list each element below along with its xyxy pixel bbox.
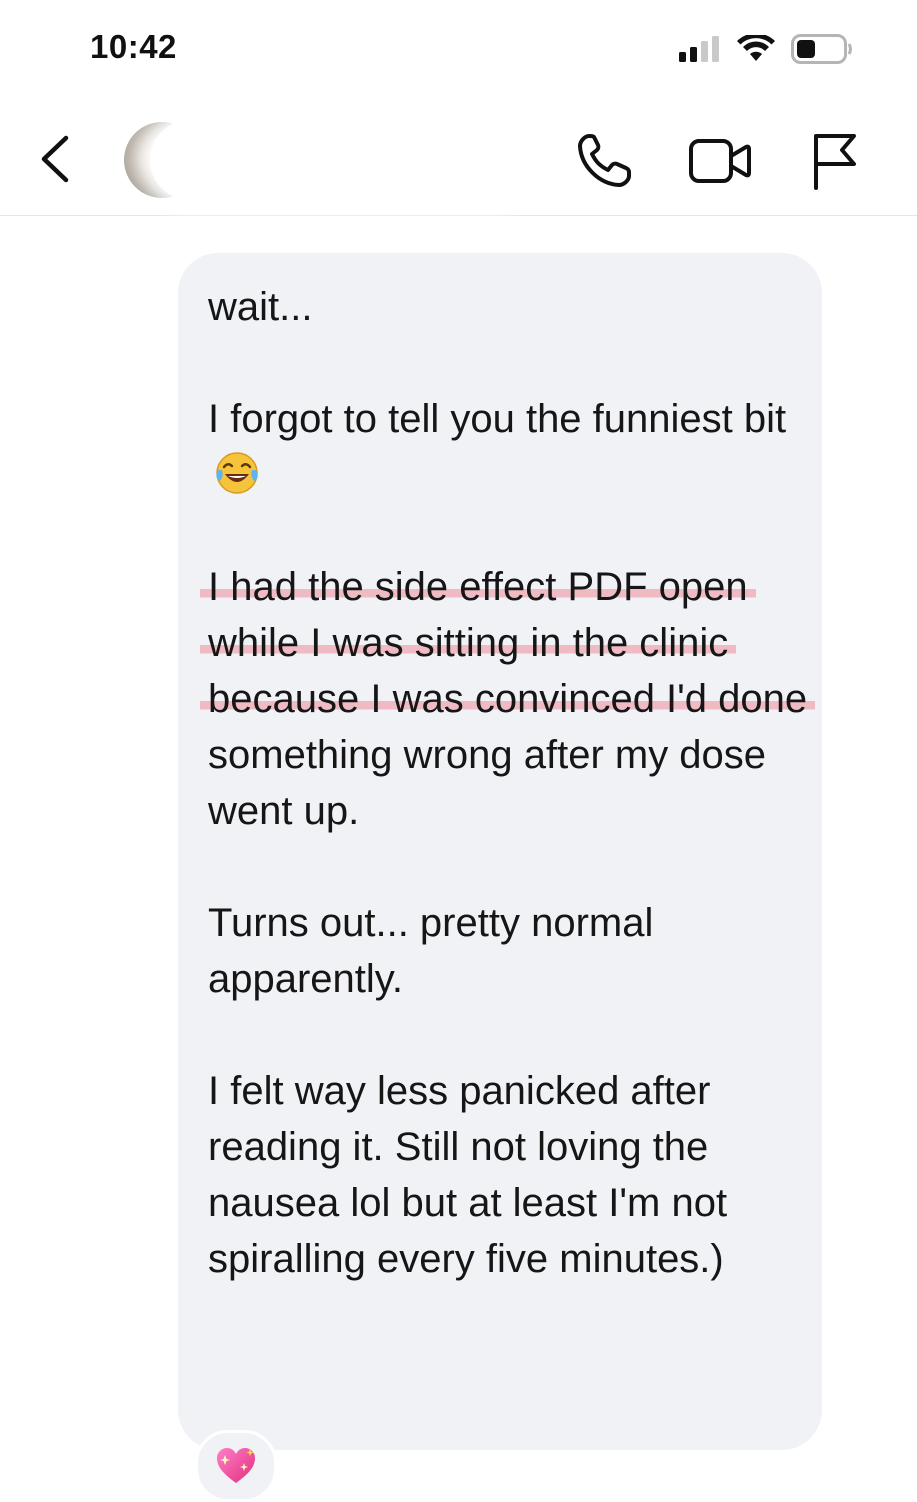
sparkling-heart-icon	[217, 1448, 255, 1483]
message-paragraph: Turns out... pretty normal apparently.	[208, 901, 654, 1001]
phone-icon[interactable]	[575, 132, 633, 190]
message-paragraph: I forgot to tell you the funniest bit	[208, 391, 808, 503]
message-paragraph: I had the side effect PDF open while I w…	[200, 559, 816, 839]
highlighted-text: I had the side effect PDF open while I w…	[200, 565, 816, 721]
message-paragraph: I felt way less panicked after reading i…	[208, 1069, 728, 1281]
redacted-contact-name	[150, 120, 530, 200]
conversation-header	[0, 100, 917, 216]
status-icons	[679, 34, 853, 64]
status-bar: 10:42	[0, 0, 917, 100]
video-camera-icon[interactable]	[688, 136, 752, 186]
message-line-wait: wait...	[208, 285, 313, 329]
face-with-tears-of-joy-icon	[216, 452, 258, 494]
message-bubble[interactable]: wait... I forgot to tell you the funnies…	[178, 253, 822, 1450]
message-reaction[interactable]	[195, 1430, 277, 1502]
cellular-signal-icon	[679, 36, 719, 62]
battery-icon	[791, 34, 852, 64]
message-text: wait... I forgot to tell you the funnies…	[200, 279, 816, 1287]
status-time: 10:42	[90, 28, 177, 65]
flag-icon[interactable]	[808, 130, 860, 190]
wifi-icon	[737, 35, 775, 61]
back-chevron-icon[interactable]	[36, 134, 76, 184]
